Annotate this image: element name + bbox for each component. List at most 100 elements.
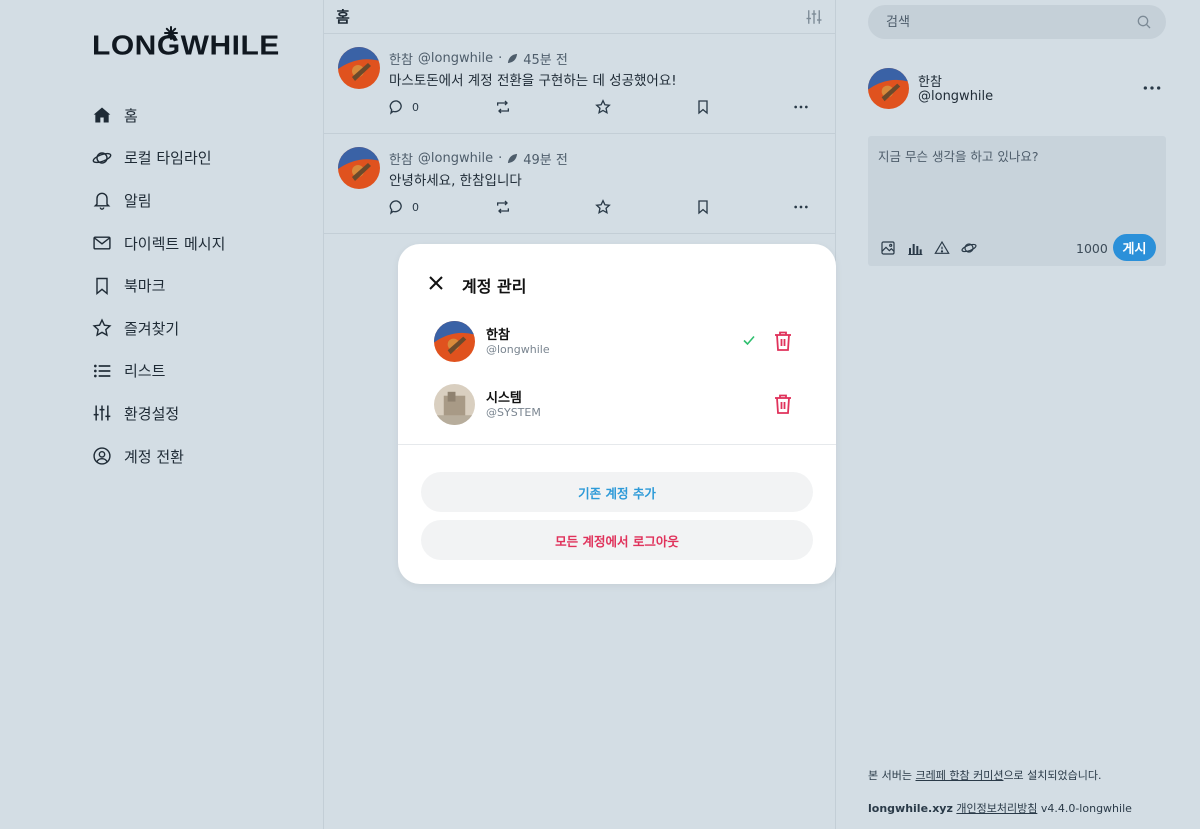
profile-handle[interactable]: @longwhile [918, 89, 993, 104]
column-settings-icon[interactable] [805, 8, 823, 26]
reply-count: 0 [412, 100, 419, 114]
nav-label: 환경설정 [124, 404, 180, 423]
privacy-policy-link[interactable]: 개인정보처리방침 [956, 802, 1037, 815]
publish-button[interactable]: 게시 [1113, 234, 1156, 261]
bookmark-button[interactable] [695, 99, 711, 115]
search-input[interactable] [886, 14, 1126, 30]
account-handle: @SYSTEM [486, 406, 541, 419]
trash-icon[interactable] [774, 394, 792, 414]
envelope-icon [93, 236, 111, 250]
page-title: 홈 [336, 8, 350, 26]
post-content: 안녕하세요, 한참입니다 [389, 173, 522, 189]
search-bar [868, 5, 1166, 39]
boost-button[interactable] [495, 199, 511, 215]
image-upload-icon[interactable] [880, 240, 896, 256]
poll-icon[interactable] [907, 240, 923, 256]
footer-links: longwhile.xyz 개인정보처리방침 v4.4.0-longwhile [868, 800, 1132, 816]
reply-button[interactable]: 0 [389, 199, 419, 215]
post-content: 마스토돈에서 계정 전환을 구현하는 데 성공했어요! [389, 73, 677, 89]
nav-label: 리스트 [124, 362, 166, 381]
account-row[interactable]: 시스템 @SYSTEM [434, 384, 814, 428]
nav-item-lists[interactable]: 리스트 [92, 350, 225, 393]
server-info-suffix: 으로 설치되었습니다. [1003, 769, 1102, 782]
status-post[interactable]: 한참 @longwhile · 45분 전 마스토돈에서 계정 전환을 구현하는… [324, 34, 835, 134]
logo[interactable]: LONGWHILE [92, 26, 280, 62]
nav-item-home[interactable]: 홈 [92, 94, 225, 137]
post-meta: 한참 @longwhile · 45분 전 [389, 49, 568, 68]
bookmark-icon [96, 277, 108, 295]
reply-button[interactable]: 0 [389, 99, 419, 115]
sliders-icon [93, 405, 111, 421]
nav-label: 홈 [124, 106, 138, 125]
post-author-handle[interactable]: @longwhile [418, 51, 493, 66]
account-name: 한참 [486, 328, 510, 343]
boost-button[interactable] [495, 99, 511, 115]
star-icon [595, 199, 611, 214]
repost-icon [497, 200, 509, 214]
nav-item-notifications[interactable]: 알림 [92, 179, 225, 222]
warning-icon[interactable] [934, 240, 950, 256]
avatar[interactable] [338, 147, 380, 189]
check-icon [743, 335, 755, 346]
logout-all-button[interactable]: 모든 계정에서 로그아웃 [421, 520, 813, 560]
nav-item-favourites[interactable]: 즐겨찾기 [92, 307, 225, 350]
nav-item-local-timeline[interactable]: 로컬 타임라인 [92, 137, 225, 180]
nav-item-bookmarks[interactable]: 북마크 [92, 264, 225, 307]
favourite-button[interactable] [595, 99, 611, 115]
reply-icon [389, 200, 402, 215]
post-timestamp[interactable]: 49분 전 [523, 149, 568, 168]
post-meta: 한참 @longwhile · 49분 전 [389, 149, 568, 168]
separator-dot: · [498, 51, 503, 66]
post-author-name[interactable]: 한참 [389, 149, 413, 168]
status-post[interactable]: 한참 @longwhile · 49분 전 안녕하세요, 한참입니다 0 [324, 134, 835, 234]
account-row[interactable]: 한참 @longwhile [434, 321, 814, 365]
account-name: 시스템 [486, 391, 522, 406]
server-info-prefix: 본 서버는 [868, 769, 916, 782]
bell-icon [93, 193, 111, 211]
nav-label: 로컬 타임라인 [124, 149, 212, 168]
favourite-button[interactable] [595, 199, 611, 215]
compose-tools [880, 240, 977, 256]
trash-icon[interactable] [774, 331, 792, 351]
user-circle-icon [93, 447, 111, 465]
add-existing-account-button[interactable]: 기존 계정 추가 [421, 472, 813, 512]
profile-name[interactable]: 한참 [918, 71, 942, 90]
post-actions: 0 [389, 99, 819, 117]
main-nav: 홈 로컬 타임라인 알림 다이렉트 메시지 북마크 즐겨찾기 리스트 환경설정 [92, 94, 225, 477]
avatar[interactable] [868, 68, 909, 109]
bookmark-button[interactable] [695, 199, 711, 215]
nav-item-preferences[interactable]: 환경설정 [92, 392, 225, 435]
nav-label: 북마크 [124, 277, 166, 296]
leaf-icon [508, 153, 518, 164]
logo-star-icon [164, 26, 178, 40]
more-dots-icon[interactable] [1142, 80, 1162, 96]
logo-text: LONGWHILE [92, 30, 280, 61]
bookmark-icon [698, 200, 708, 215]
nav-item-switch-account[interactable]: 계정 전환 [92, 435, 225, 478]
timeline-header: 홈 [324, 0, 835, 34]
more-button[interactable] [793, 199, 809, 215]
version-text: v4.4.0-longwhile [1040, 802, 1132, 815]
search-icon[interactable] [1136, 14, 1152, 30]
nav-item-direct-messages[interactable]: 다이렉트 메시지 [92, 222, 225, 265]
post-author-handle[interactable]: @longwhile [418, 151, 493, 166]
repost-icon [497, 100, 509, 114]
compose-textarea[interactable] [878, 146, 1156, 226]
planet-icon[interactable] [961, 240, 977, 256]
reply-count: 0 [412, 200, 419, 214]
commission-link[interactable]: 크레페 한참 커미션 [915, 769, 1003, 782]
nav-label: 다이렉트 메시지 [124, 234, 226, 253]
close-icon[interactable] [428, 275, 444, 291]
avatar[interactable] [338, 47, 380, 89]
avatar [434, 321, 475, 362]
post-timestamp[interactable]: 45분 전 [523, 49, 568, 68]
post-author-name[interactable]: 한참 [389, 49, 413, 68]
left-sidebar: LONGWHILE 홈 로컬 타임라인 알림 다이렉트 메시지 북마크 즐겨찾기… [0, 0, 323, 829]
right-sidebar: 한참 @longwhile 1000 게시 본 서버는 크레페 한참 커미션으로… [836, 0, 1200, 829]
more-button[interactable] [793, 99, 809, 115]
home-icon [93, 107, 111, 123]
avatar [434, 384, 475, 425]
modal-title: 계정 관리 [462, 277, 527, 296]
reply-icon [389, 100, 402, 115]
list-icon [94, 364, 111, 378]
